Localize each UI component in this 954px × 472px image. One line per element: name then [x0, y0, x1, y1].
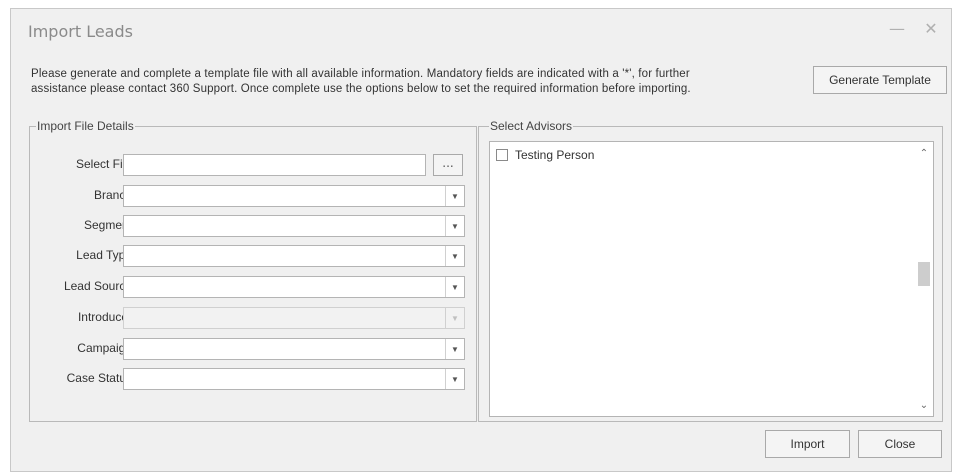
import-leads-dialog: Import Leads — ✕ Please generate and com…	[10, 8, 952, 472]
lead-source-label: Lead Source	[63, 279, 132, 293]
segment-label: Segment	[83, 218, 132, 232]
import-button[interactable]: Import	[765, 430, 850, 458]
select-advisors-group: Select Advisors Testing Person ⌃ ⌄	[478, 119, 943, 422]
close-icon[interactable]: ✕	[921, 19, 941, 39]
chevron-down-icon[interactable]: ⌄	[915, 396, 933, 414]
branch-dropdown[interactable]: ▼	[123, 185, 465, 207]
introducer-dropdown: ▼	[123, 307, 465, 329]
advisor-item[interactable]: Testing Person	[496, 148, 594, 162]
chevron-down-icon[interactable]: ▼	[445, 369, 464, 389]
browse-button[interactable]: ...	[433, 154, 463, 176]
import-file-details-group: Import File Details Select File ... Bran…	[29, 119, 477, 422]
window-title: Import Leads	[28, 22, 133, 41]
title-bar: Import Leads — ✕	[11, 9, 951, 55]
instructions-text: Please generate and complete a template …	[31, 67, 811, 97]
generate-template-button[interactable]: Generate Template	[813, 66, 947, 94]
branch-label: Branch	[93, 188, 132, 202]
introducer-label: Introducer	[77, 310, 132, 324]
instructions-line-1: Please generate and complete a template …	[31, 68, 690, 80]
advisors-list[interactable]: Testing Person ⌃ ⌄	[489, 141, 934, 417]
campaign-label: Campaign	[77, 341, 132, 355]
chevron-down-icon[interactable]: ▼	[445, 339, 464, 359]
case-status-label: Case Status	[66, 371, 132, 385]
lead-type-label: Lead Type	[76, 248, 132, 262]
chevron-down-icon[interactable]: ▼	[445, 216, 464, 236]
case-status-dropdown[interactable]: ▼	[123, 368, 465, 390]
lead-source-dropdown[interactable]: ▼	[123, 276, 465, 298]
advisor-checkbox[interactable]	[496, 149, 508, 161]
scrollbar-thumb[interactable]	[918, 262, 930, 286]
import-file-details-legend: Import File Details	[36, 119, 135, 133]
instructions-line-2: assistance please contact 360 Support. O…	[31, 83, 691, 95]
close-button[interactable]: Close	[858, 430, 942, 458]
minimize-icon[interactable]: —	[887, 19, 907, 39]
lead-type-dropdown[interactable]: ▼	[123, 245, 465, 267]
segment-dropdown[interactable]: ▼	[123, 215, 465, 237]
advisor-label: Testing Person	[515, 148, 595, 162]
chevron-up-icon[interactable]: ⌃	[915, 144, 933, 162]
select-file-label: Select File	[75, 157, 132, 171]
campaign-dropdown[interactable]: ▼	[123, 338, 465, 360]
advisors-scrollbar[interactable]: ⌃ ⌄	[915, 142, 933, 416]
chevron-down-icon: ▼	[445, 308, 464, 328]
chevron-down-icon[interactable]: ▼	[445, 246, 464, 266]
select-file-input[interactable]	[123, 154, 426, 176]
select-advisors-legend: Select Advisors	[489, 119, 574, 133]
chevron-down-icon[interactable]: ▼	[445, 277, 464, 297]
chevron-down-icon[interactable]: ▼	[445, 186, 464, 206]
